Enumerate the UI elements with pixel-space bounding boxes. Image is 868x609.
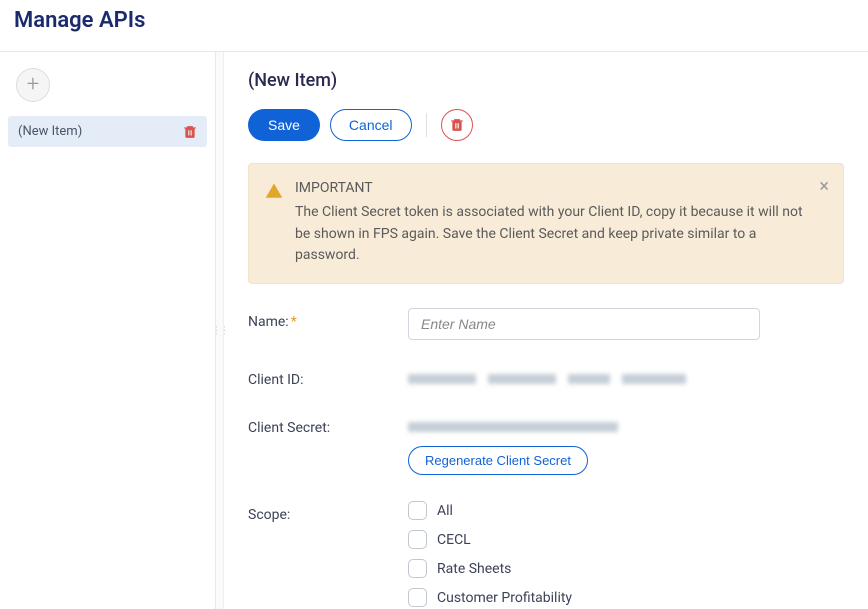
toolbar: Save Cancel [248,109,844,141]
alert-text: The Client Secret token is associated wi… [295,202,803,267]
important-alert: IMPORTANT The Client Secret token is ass… [248,163,844,284]
scope-label: Scope: [248,501,408,523]
checkbox-icon [408,588,427,607]
scope-option-rate-sheets[interactable]: Rate Sheets [408,559,760,578]
form-row-client-secret: Client Secret: Regenerate Client Secret [248,414,844,475]
cancel-button[interactable]: Cancel [330,109,412,141]
client-id-label: Client ID: [248,366,408,388]
content-title: (New Item) [248,70,844,91]
alert-title: IMPORTANT [295,180,803,196]
required-indicator: * [291,314,297,330]
warning-icon [265,182,283,200]
main-layout: + (New Item) (New Item) Save Cancel [0,51,868,609]
checkbox-icon [408,530,427,549]
scope-option-all[interactable]: All [408,501,760,520]
scope-checkbox-list: All CECL Rate Sheets Customer Profitabil… [408,501,760,609]
form-row-scope: Scope: All CECL Rate Sheets [248,501,844,609]
checkbox-label: Customer Profitability [437,590,572,606]
form-row-client-id: Client ID: [248,366,844,388]
client-id-value-redacted [408,366,760,384]
scope-option-customer-profitability[interactable]: Customer Profitability [408,588,760,607]
name-input[interactable] [408,308,760,340]
toolbar-divider [426,113,427,137]
add-item-button[interactable]: + [16,68,50,102]
close-icon[interactable]: × [819,178,829,196]
plus-icon: + [27,74,39,96]
name-label: Name:* [248,308,408,330]
delete-button[interactable] [441,109,473,141]
splitter-handle[interactable] [216,52,224,609]
sidebar: + (New Item) [0,52,216,609]
sidebar-item-new[interactable]: (New Item) [8,116,207,147]
scope-option-cecl[interactable]: CECL [408,530,760,549]
checkbox-label: All [437,503,453,519]
page-title: Manage APIs [0,0,868,51]
trash-icon[interactable] [183,125,197,139]
checkbox-label: Rate Sheets [437,561,511,577]
sidebar-item-label: (New Item) [18,124,82,139]
checkbox-icon [408,559,427,578]
save-button[interactable]: Save [248,109,320,141]
alert-body: IMPORTANT The Client Secret token is ass… [295,180,803,267]
trash-icon [450,118,464,132]
form-row-name: Name:* [248,308,844,340]
client-secret-value-redacted [408,414,760,432]
content-pane: (New Item) Save Cancel IMPORTANT The Cli… [224,52,868,609]
checkbox-icon [408,501,427,520]
regenerate-secret-button[interactable]: Regenerate Client Secret [408,446,588,475]
checkbox-label: CECL [437,532,471,548]
client-secret-label: Client Secret: [248,414,408,436]
